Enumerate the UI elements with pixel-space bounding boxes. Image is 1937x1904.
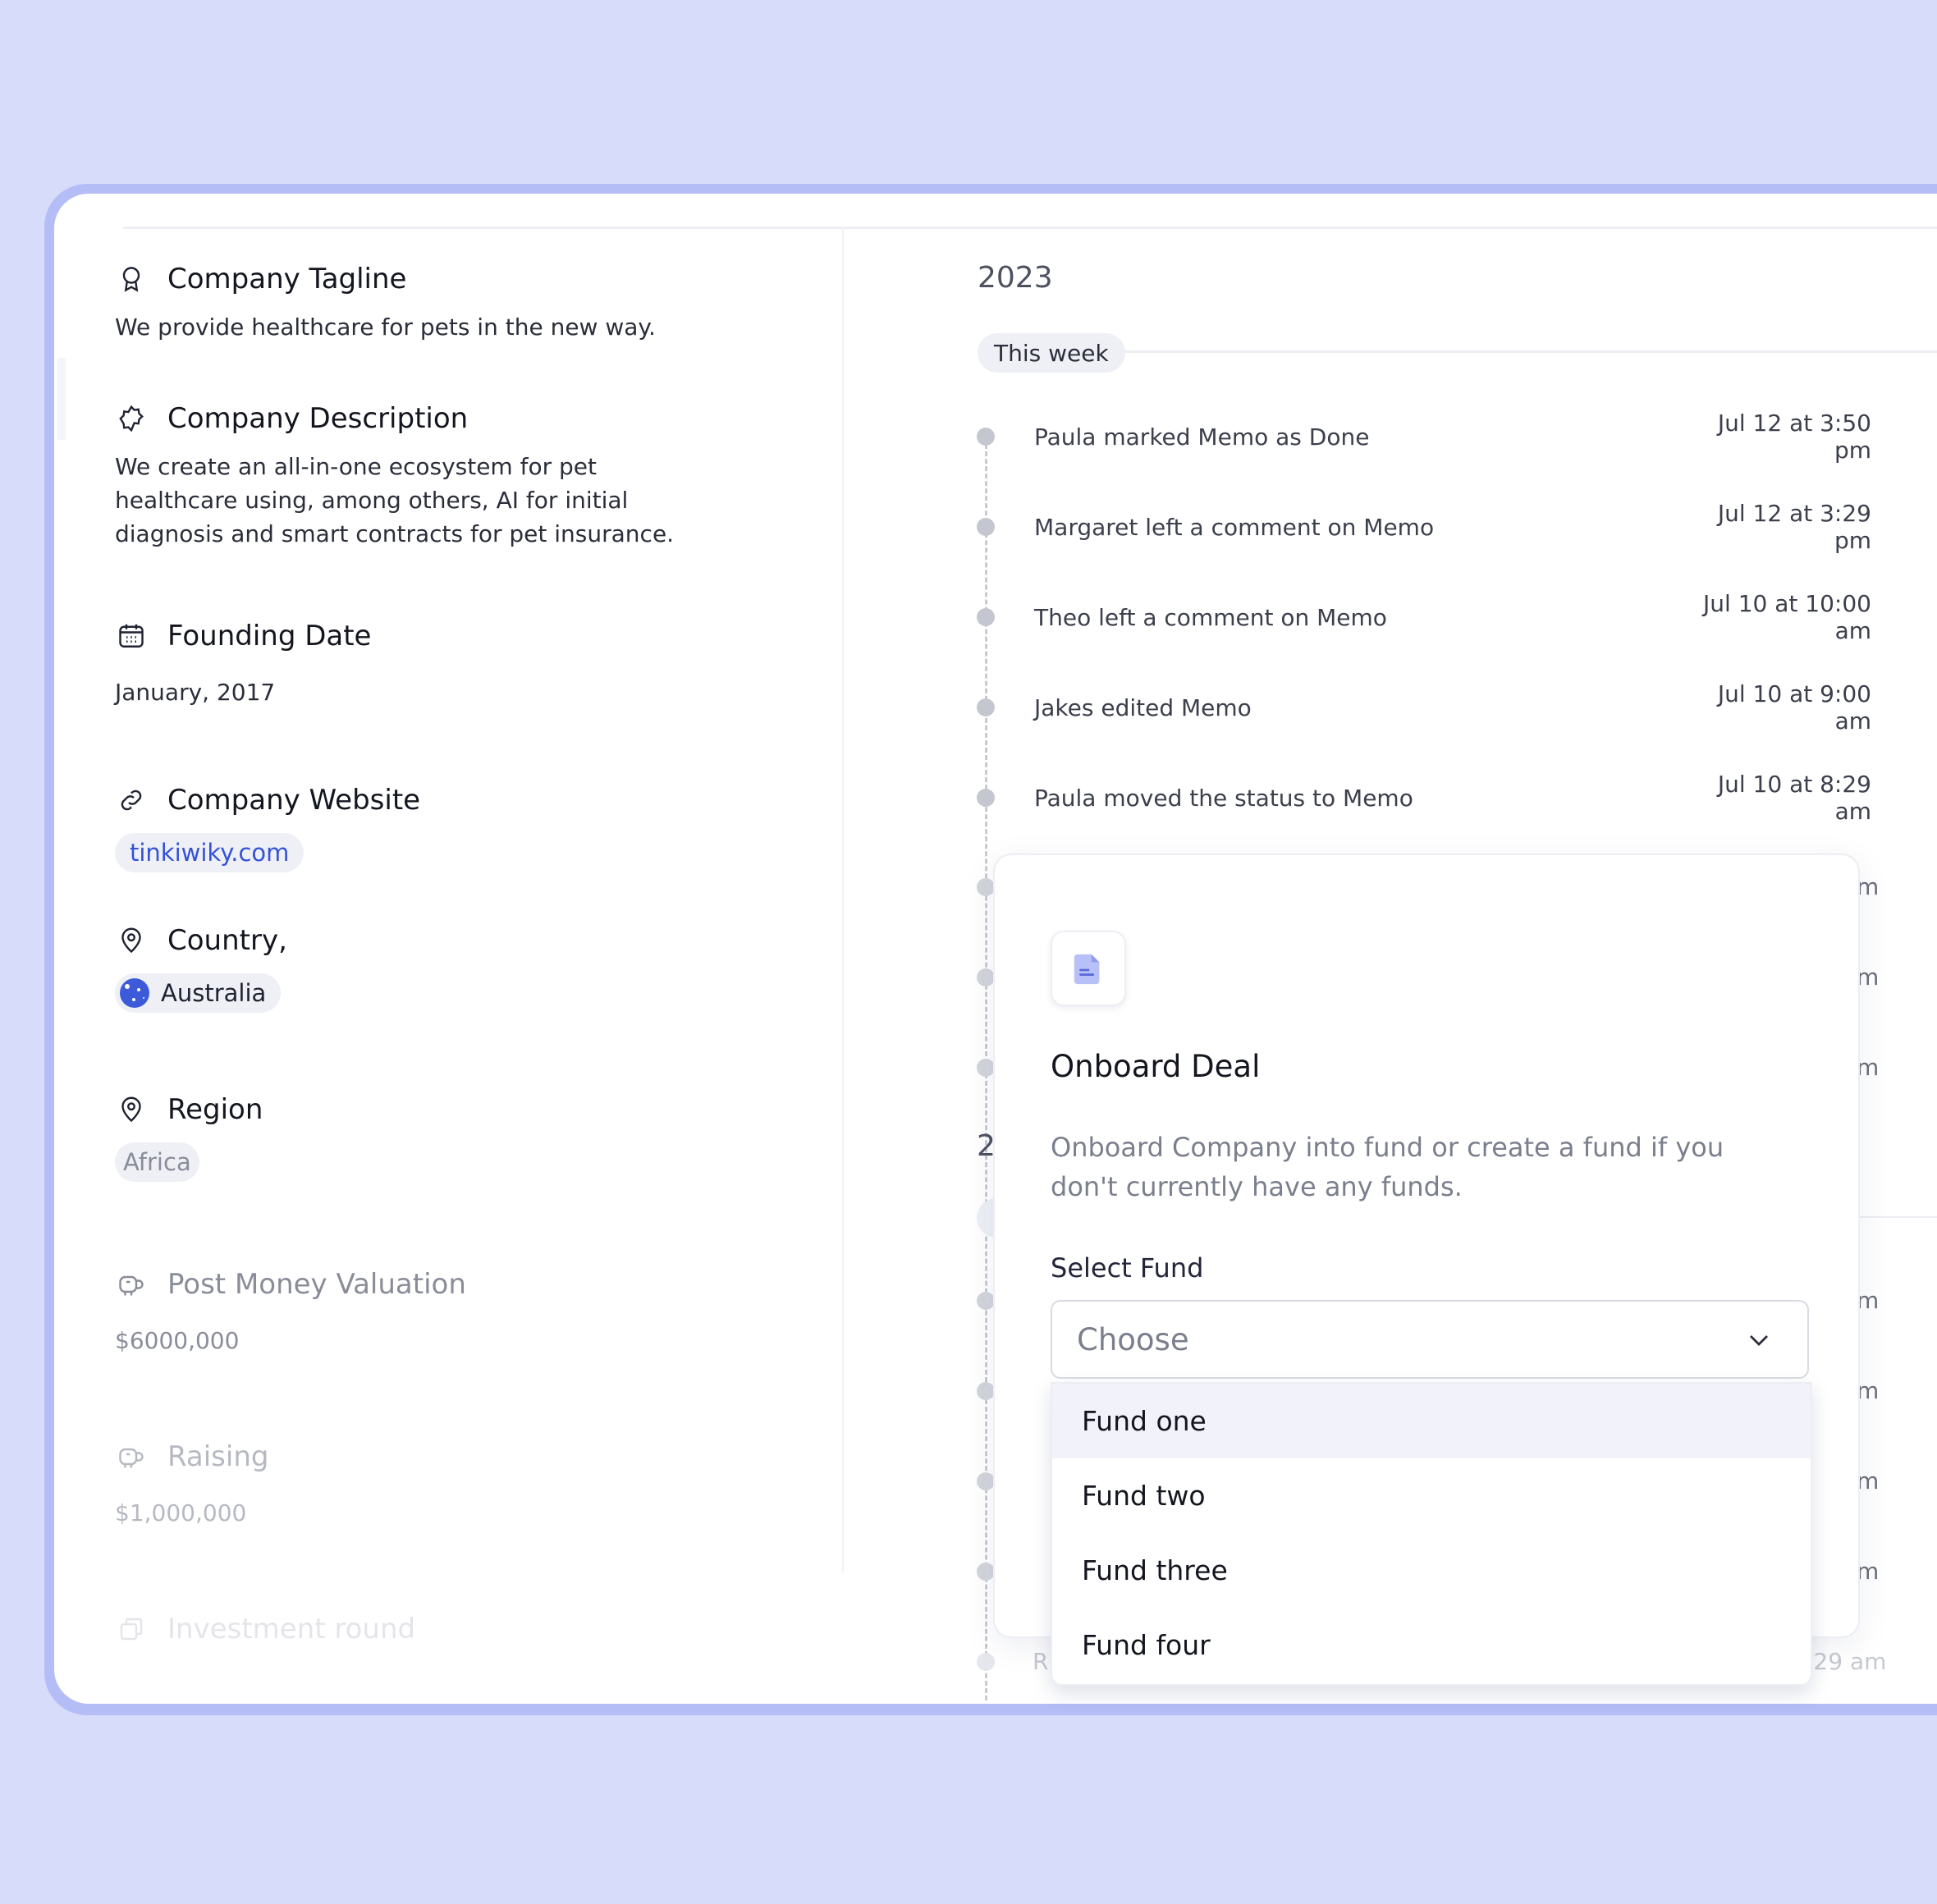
field-title: Company Description <box>167 402 469 435</box>
timeline-dot <box>977 878 995 896</box>
field-title: Region <box>167 1093 263 1126</box>
money-bag-icon <box>115 1268 148 1301</box>
timeline-item[interactable]: Jakes edited Memo Jul 10 at 9:00 am <box>977 680 1880 735</box>
timeline-text: Theo left a comment on Memo <box>1034 603 1387 631</box>
timeline-dot <box>977 1382 995 1400</box>
field-title: Company Website <box>167 784 421 817</box>
badge-icon <box>115 402 148 435</box>
location-pin-icon <box>115 1093 148 1126</box>
field-raising: Raising $1,000,000 <box>115 1440 268 1530</box>
left-edge-tab <box>57 358 66 440</box>
timeline-dot <box>977 968 995 986</box>
modal-title: Onboard Deal <box>1051 1049 1261 1084</box>
fund-option[interactable]: Fund one <box>1052 1384 1811 1458</box>
timeline-dot <box>977 1059 995 1077</box>
timeline-time-fragment: m <box>1857 1287 1880 1314</box>
fund-option[interactable]: Fund three <box>1052 1533 1811 1608</box>
fund-select[interactable]: Choose <box>1051 1300 1809 1379</box>
timeline-dot <box>977 1292 995 1310</box>
copy-icon <box>115 1613 148 1645</box>
timeline-time-fragment: :29 am <box>1806 1648 1887 1675</box>
chevron-down-icon <box>1750 1335 1768 1346</box>
timeline-text: Jakes edited Memo <box>1034 693 1252 721</box>
period-divider <box>1112 350 1937 353</box>
field-value: $6000,000 <box>115 1327 240 1354</box>
timeline-text-fragment: R <box>1033 1648 1049 1675</box>
location-pin-icon <box>115 924 148 957</box>
field-country: Country, Australia <box>115 924 287 1013</box>
timeline-time-fragment: m <box>1857 1558 1880 1585</box>
field-founding-date: Founding Date January, 2017 <box>115 620 371 709</box>
field-title: Investment round <box>167 1613 416 1645</box>
timeline-time: Jul 10 at 9:00 am <box>1717 680 1871 735</box>
field-value: We create an all-in-one ecosystem for pe… <box>115 453 675 547</box>
fund-options-list: Fund one Fund two Fund three Fund four <box>1051 1382 1812 1686</box>
period-badge: This week <box>978 333 1125 373</box>
field-value: $1,000,000 <box>115 1499 247 1526</box>
field-title: Company Tagline <box>167 263 407 295</box>
region-chip[interactable]: Africa <box>115 1142 199 1182</box>
country-chip[interactable]: Australia <box>115 973 282 1013</box>
website-link[interactable]: tinkiwiky.com <box>115 833 305 872</box>
field-title: Raising <box>167 1440 269 1473</box>
australia-flag-icon <box>120 978 149 1008</box>
select-fund-label: Select Fund <box>1051 1252 1204 1284</box>
timeline-item[interactable]: Paula moved the status to Memo Jul 10 at… <box>977 771 1880 825</box>
field-value: We provide healthcare for pets in the ne… <box>115 314 656 341</box>
document-icon-glyph <box>1074 954 1100 985</box>
timeline-time: Jul 10 at 10:00 am <box>1703 590 1871 644</box>
modal-description: Onboard Company into fund or create a fu… <box>1051 1132 1724 1202</box>
field-tagline: Company Tagline We provide healthcare fo… <box>115 263 656 344</box>
timeline-time-fragment: m <box>1857 963 1880 991</box>
field-title: Founding Date <box>167 620 372 652</box>
select-placeholder: Choose <box>1077 1321 1189 1357</box>
timeline-year: 2023 <box>978 261 1053 295</box>
timeline-time: Jul 10 at 8:29 am <box>1717 771 1871 825</box>
award-icon <box>115 263 148 295</box>
column-divider <box>842 227 844 1572</box>
money-bag-icon <box>115 1440 148 1473</box>
timeline-dot <box>977 1472 995 1490</box>
calendar-icon <box>115 620 148 652</box>
timeline-text: Paula moved the status to Memo <box>1034 784 1413 812</box>
timeline-time-fragment: m <box>1857 873 1880 900</box>
timeline-dot <box>977 789 995 807</box>
timeline-dot <box>977 1653 995 1671</box>
timeline-time: Jul 12 at 3:50 pm <box>1717 410 1871 464</box>
timeline-item[interactable]: Theo left a comment on Memo Jul 10 at 10… <box>977 590 1880 644</box>
link-icon <box>115 784 148 817</box>
timeline-dot <box>977 428 995 446</box>
document-icon <box>1051 931 1126 1006</box>
field-valuation: Post Money Valuation $6000,000 <box>115 1268 466 1357</box>
field-value: January, 2017 <box>115 679 276 706</box>
timeline-time: Jul 12 at 3:29 pm <box>1717 500 1871 554</box>
field-description: Company Description We create an all-in-… <box>115 402 706 551</box>
fund-option[interactable]: Fund two <box>1052 1458 1811 1533</box>
timeline-dot <box>977 1563 995 1581</box>
field-title: Post Money Valuation <box>167 1268 466 1301</box>
timeline-dot <box>977 608 995 626</box>
field-investment-round: Investment round <box>115 1613 415 1645</box>
top-divider <box>123 227 1937 229</box>
field-title: Country, <box>167 924 287 957</box>
field-region: Region Africa <box>115 1093 263 1182</box>
timeline-text: Paula marked Memo as Done <box>1034 423 1370 451</box>
timeline-dot <box>977 698 995 716</box>
timeline-time-fragment: m <box>1857 1377 1880 1404</box>
field-website: Company Website tinkiwiky.com <box>115 784 420 872</box>
timeline-time-fragment: m <box>1857 1054 1880 1081</box>
timeline-text: Margaret left a comment on Memo <box>1034 513 1435 541</box>
fund-option[interactable]: Fund four <box>1052 1608 1811 1682</box>
timeline-time-fragment: m <box>1857 1467 1880 1494</box>
timeline-item[interactable]: Margaret left a comment on Memo Jul 12 a… <box>977 500 1880 554</box>
country-name: Australia <box>161 979 267 1007</box>
timeline-dot <box>977 518 995 536</box>
timeline-item[interactable]: Paula marked Memo as Done Jul 12 at 3:50… <box>977 410 1880 464</box>
